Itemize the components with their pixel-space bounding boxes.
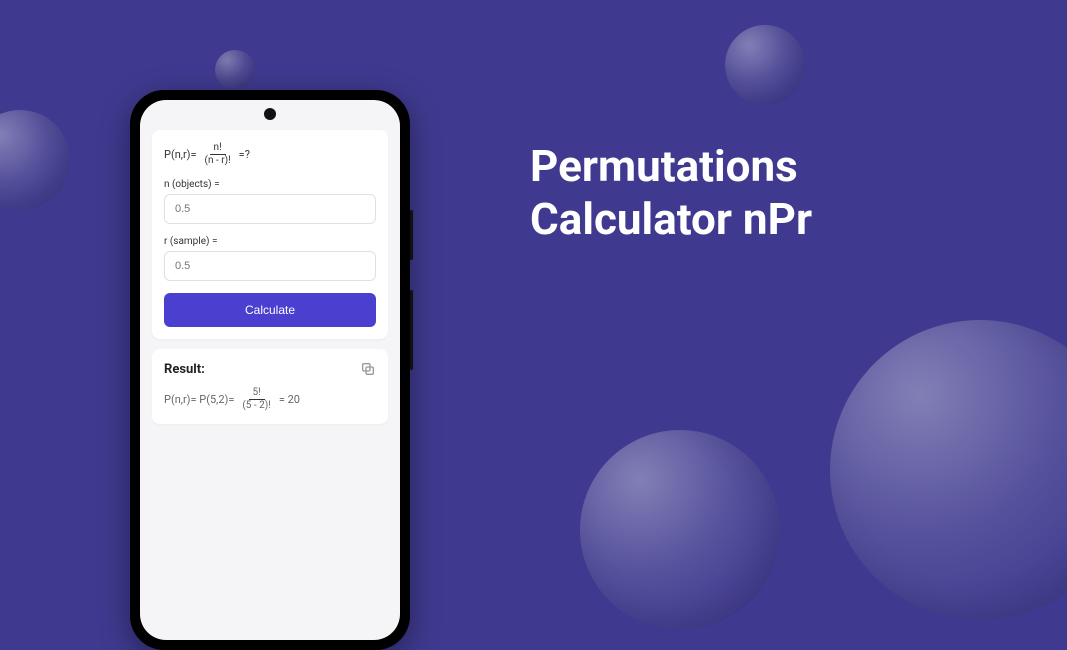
formula-display: P(n,r)= n! (n - r)! =?	[164, 142, 376, 167]
result-formula: P(n,r)= P(5,2)= 5! (5 - 2)! = 20	[164, 387, 376, 412]
result-lhs: P(n,r)= P(5,2)=	[164, 393, 234, 406]
decorative-sphere	[830, 320, 1067, 620]
calculate-button[interactable]: Calculate	[164, 293, 376, 327]
result-rhs: = 20	[279, 393, 300, 406]
page-title-line2: Calculator nPr	[530, 193, 812, 246]
formula-lhs: P(n,r)=	[164, 148, 197, 161]
result-card: Result: P(n,r)= P(5,2)= 5! (5 - 2)! = 20	[152, 349, 388, 424]
result-title: Result:	[164, 362, 205, 377]
formula-rhs: =?	[239, 148, 250, 161]
decorative-sphere	[0, 110, 70, 210]
formula-denominator: (n - r)!	[201, 155, 235, 167]
decorative-sphere	[580, 430, 780, 630]
r-input[interactable]	[164, 251, 376, 281]
formula-fraction: n! (n - r)!	[201, 142, 235, 167]
page-title-line1: Permutations	[530, 140, 812, 193]
camera-icon	[264, 108, 276, 120]
result-denominator: (5 - 2)!	[238, 400, 274, 412]
r-label: r (sample) =	[164, 236, 376, 247]
result-fraction: 5! (5 - 2)!	[238, 387, 274, 412]
phone-screen: P(n,r)= n! (n - r)! =? n (objects) = r (…	[140, 100, 400, 640]
n-input[interactable]	[164, 194, 376, 224]
decorative-sphere	[725, 25, 805, 105]
page-title: Permutations Calculator nPr	[530, 140, 812, 246]
formula-numerator: n!	[210, 142, 226, 155]
decorative-sphere	[215, 50, 255, 90]
phone-frame: P(n,r)= n! (n - r)! =? n (objects) = r (…	[130, 90, 410, 650]
copy-icon[interactable]	[360, 361, 376, 377]
n-label: n (objects) =	[164, 179, 376, 190]
result-numerator: 5!	[249, 387, 265, 400]
calculator-card: P(n,r)= n! (n - r)! =? n (objects) = r (…	[152, 130, 388, 339]
